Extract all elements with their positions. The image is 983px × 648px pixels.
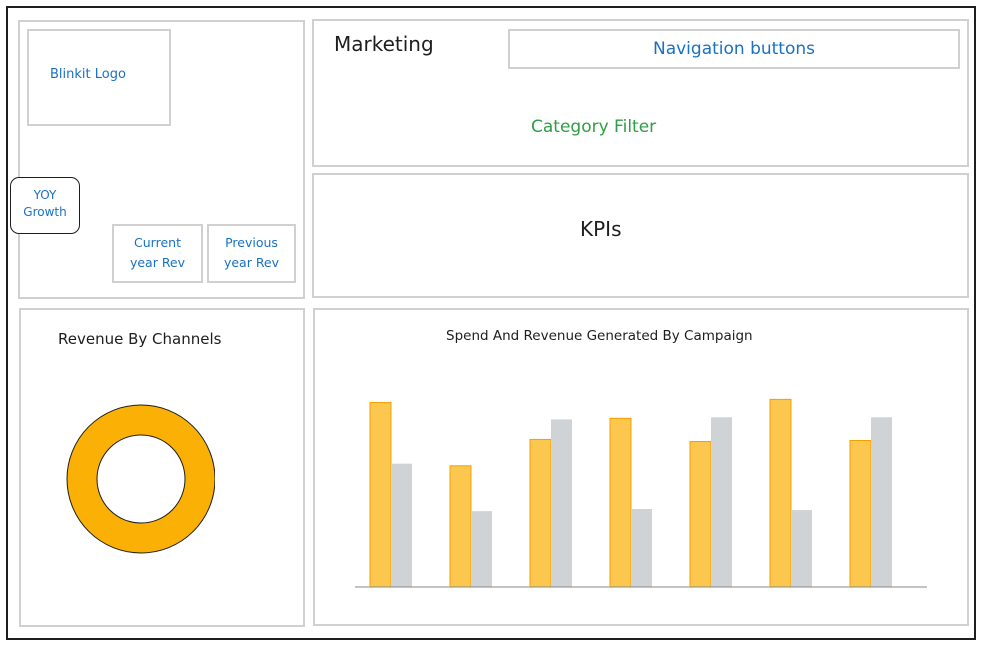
bar-series2-group2 <box>471 511 492 587</box>
page-title: Marketing <box>334 32 434 56</box>
kpi-label: KPIs <box>580 217 622 241</box>
donut-title: Revenue By Channels <box>58 330 222 348</box>
bar-series2-group3 <box>551 419 572 587</box>
current-rev-line1: Current <box>134 235 181 250</box>
previous-rev-line1: Previous <box>225 235 278 250</box>
bar-series1-group7 <box>849 439 872 588</box>
bar-series1-group4 <box>609 417 632 588</box>
kpi-panel <box>312 173 969 298</box>
bars-group <box>369 398 892 588</box>
current-year-rev-card <box>112 224 203 283</box>
yoy-growth-line2: Growth <box>23 205 67 219</box>
bar-series1-group2 <box>449 465 472 588</box>
bar-chart <box>355 398 927 588</box>
bar-chart-title: Spend And Revenue Generated By Campaign <box>446 328 753 344</box>
navigation-label: Navigation buttons <box>652 39 816 59</box>
bar-series2-group5 <box>711 417 732 587</box>
bar-series2-group7 <box>871 417 892 587</box>
yoy-growth-line1: YOY <box>33 188 57 202</box>
bar-series2-group4 <box>631 509 652 587</box>
bar-series2-group1 <box>391 463 412 587</box>
previous-year-rev-card <box>207 224 296 283</box>
donut-ring <box>67 405 215 553</box>
donut-inner-edge <box>96 434 186 524</box>
category-filter[interactable]: Category Filter <box>531 117 656 137</box>
logo-label: Blinkit Logo <box>50 67 126 82</box>
bar-series1-group5 <box>689 441 712 588</box>
bar-series2-group6 <box>791 510 812 587</box>
bar-series1-group3 <box>529 438 552 588</box>
bar-series1-group1 <box>369 402 392 588</box>
current-rev-line2: year Rev <box>129 255 186 270</box>
donut-chart <box>66 404 215 554</box>
bar-series1-group6 <box>769 398 792 588</box>
previous-rev-line2: year Rev <box>223 255 280 270</box>
